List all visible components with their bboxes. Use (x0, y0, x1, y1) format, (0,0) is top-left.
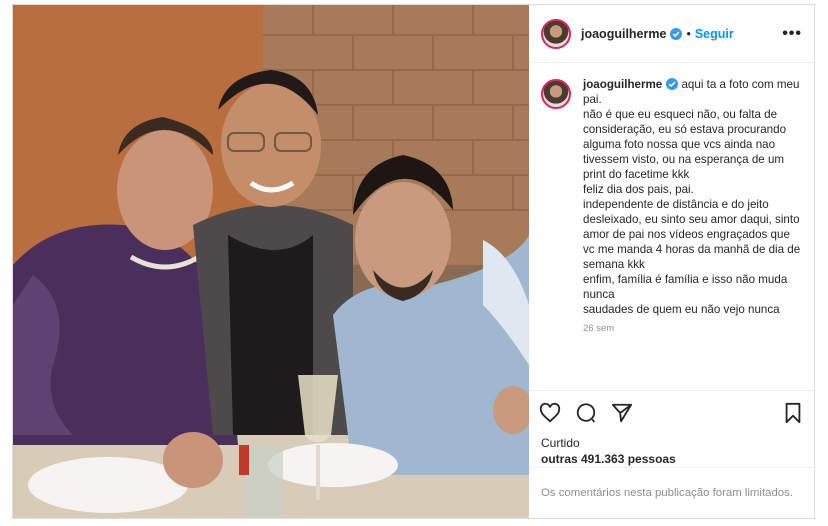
more-options-icon[interactable]: ••• (782, 25, 802, 43)
post-card: joaoguilherme • Seguir ••• joaoguilherme… (12, 4, 815, 519)
post-photo[interactable] (13, 5, 529, 518)
post-sidebar: joaoguilherme • Seguir ••• joaoguilherme… (529, 5, 814, 518)
comments-limited-notice: Os comentários nesta publicação foram li… (529, 467, 814, 518)
caption-area: joaoguilherme aqui ta a foto com meu pai… (529, 63, 814, 390)
heart-icon[interactable] (539, 402, 561, 424)
caption-text: joaoguilherme aqui ta a foto com meu pai… (583, 77, 802, 317)
username[interactable]: joaoguilherme (581, 27, 666, 41)
caption-username[interactable]: joaoguilherme (583, 78, 662, 91)
action-bar (529, 390, 814, 435)
avatar[interactable] (541, 18, 571, 49)
verified-badge-icon (666, 78, 679, 90)
follow-button[interactable]: Seguir (695, 27, 734, 41)
photo-illustration (13, 5, 529, 518)
time-ago: 26 sem (583, 323, 615, 334)
likes-section: Curtido outras 491.363 pessoas (529, 435, 814, 467)
caption-avatar[interactable] (541, 79, 571, 109)
comment-icon[interactable] (575, 402, 597, 424)
likes-count[interactable]: outras 491.363 pessoas (541, 451, 802, 467)
caption-block: joaoguilherme aqui ta a foto com meu pai… (583, 77, 802, 390)
post-header: joaoguilherme • Seguir ••• (529, 5, 814, 63)
verified-badge-icon (670, 27, 683, 40)
liked-label: Curtido (541, 436, 580, 450)
bookmark-icon[interactable] (782, 402, 804, 424)
caption-body: aqui ta a foto com meu pai. não é que eu… (583, 78, 801, 316)
separator-dot: • (686, 26, 691, 41)
share-icon[interactable] (611, 402, 633, 424)
